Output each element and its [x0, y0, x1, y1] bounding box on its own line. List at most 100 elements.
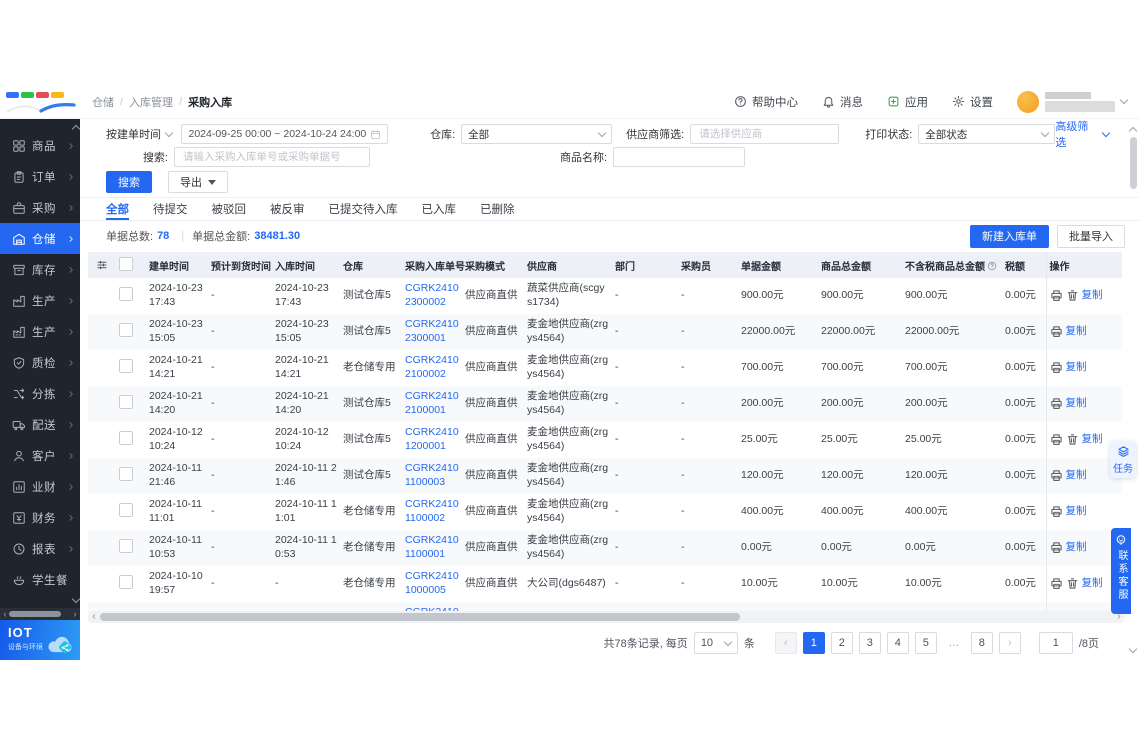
tab-3[interactable]: 被驳回 [212, 198, 247, 220]
apps-button[interactable]: 应用 [887, 94, 928, 110]
page-button-5[interactable]: 5 [914, 632, 937, 654]
copy-link[interactable]: 复制 [1066, 541, 1087, 555]
order-number-link[interactable]: CGRK24101100002 [405, 498, 459, 524]
tab-7[interactable]: 已删除 [480, 198, 515, 220]
column-settings-icon[interactable] [96, 259, 108, 271]
copy-link[interactable]: 复制 [1066, 397, 1087, 411]
product-name-field[interactable] [613, 147, 746, 167]
time-type-select[interactable]: 按建单时间 [106, 126, 177, 142]
order-number-link[interactable]: CGRK24101100001 [405, 534, 459, 560]
page-button-2[interactable]: 2 [830, 632, 853, 654]
sidebar-item-meal[interactable]: 学生餐 [0, 564, 80, 595]
sidebar-item-warehouse[interactable]: 仓储 [0, 223, 80, 254]
date-range-input[interactable]: 2024-09-25 00:00 ~ 2024-10-24 24:00 [181, 124, 389, 144]
order-search-field[interactable] [174, 147, 370, 167]
order-number-link[interactable]: CGRK24102100001 [405, 390, 459, 416]
sidebar-item-purchase[interactable]: 采购 [0, 192, 80, 223]
tasks-floating-button[interactable]: 任务 [1110, 441, 1136, 478]
sidebar-item-production2[interactable]: 生产 [0, 316, 80, 347]
tab-2[interactable]: 待提交 [153, 198, 188, 220]
copy-link[interactable]: 复制 [1066, 361, 1087, 375]
row-checkbox[interactable] [119, 574, 133, 589]
tab-5[interactable]: 已提交待入库 [329, 198, 398, 220]
supplier-filter-input[interactable] [690, 124, 840, 144]
copy-link[interactable]: 复制 [1082, 577, 1103, 591]
row-checkbox[interactable] [119, 322, 133, 337]
order-number-link[interactable]: CGRK24101000005 [405, 570, 459, 596]
row-checkbox[interactable] [119, 358, 133, 373]
copy-link[interactable]: 复制 [1066, 469, 1087, 483]
breadcrumb-item[interactable]: 入库管理 [129, 94, 173, 110]
sidebar-item-goods[interactable]: 商品 [0, 130, 80, 161]
sidebar-item-inventory[interactable]: 库存 [0, 254, 80, 285]
sidebar-item-sorting[interactable]: 分拣 [0, 378, 80, 409]
sidebar-item-orders[interactable]: 订单 [0, 161, 80, 192]
scroll-left-icon[interactable]: ‹ [88, 611, 100, 623]
copy-link[interactable]: 复制 [1082, 433, 1103, 447]
copy-link[interactable]: 复制 [1066, 325, 1087, 339]
print-icon[interactable] [1050, 325, 1063, 338]
copy-link[interactable]: 复制 [1082, 289, 1103, 303]
page-button-1[interactable]: 1 [802, 632, 825, 654]
scrollbar-thumb[interactable] [100, 613, 740, 621]
print-icon[interactable] [1050, 541, 1063, 554]
sidebar-item-customer[interactable]: 客户 [0, 440, 80, 471]
print-icon[interactable] [1050, 577, 1063, 590]
create-inbound-order-button[interactable]: 新建入库单 [970, 224, 1049, 248]
sidebar-item-delivery[interactable]: 配送 [0, 409, 80, 440]
print-icon[interactable] [1050, 505, 1063, 518]
sidebar-item-production[interactable]: 生产 [0, 285, 80, 316]
order-number-link[interactable]: CGRK24101200001 [405, 426, 459, 452]
sidebar-horizontal-scrollbar[interactable]: ‹ › [0, 608, 80, 620]
sidebar-item-report[interactable]: 报表 [0, 533, 80, 564]
print-icon[interactable] [1050, 289, 1063, 302]
tab-1[interactable]: 全部 [106, 198, 129, 220]
row-checkbox[interactable] [119, 466, 133, 481]
search-input[interactable] [181, 150, 363, 164]
page-button-3[interactable]: 3 [858, 632, 881, 654]
prev-page-button[interactable]: ‹ [774, 632, 797, 654]
sidebar-item-qc[interactable]: 质检 [0, 347, 80, 378]
order-number-link[interactable]: CGRK24102100002 [405, 354, 459, 380]
sidebar-scroll-down-icon[interactable] [71, 594, 81, 604]
tab-6[interactable]: 已入库 [422, 198, 457, 220]
sidebar-item-bizfinance[interactable]: 业财 [0, 471, 80, 502]
sidebar-item-finance[interactable]: 财务 [0, 502, 80, 533]
scrollbar-thumb[interactable] [9, 611, 61, 617]
search-button[interactable]: 搜索 [106, 171, 152, 193]
warehouse-select[interactable]: 全部 [461, 124, 613, 144]
print-icon[interactable] [1050, 469, 1063, 482]
next-page-button[interactable]: › [998, 632, 1021, 654]
row-checkbox[interactable] [119, 286, 133, 301]
messages-button[interactable]: 消息 [822, 94, 863, 110]
row-checkbox[interactable] [119, 538, 133, 553]
select-all-checkbox[interactable] [119, 256, 133, 271]
order-number-link[interactable]: CGRK24102300001 [405, 318, 459, 344]
contact-support-floating-button[interactable]: 联系客服 [1111, 528, 1131, 614]
vertical-scrollbar-thumb[interactable] [1130, 137, 1137, 189]
print-icon[interactable] [1050, 433, 1063, 446]
scroll-right-icon[interactable]: › [70, 608, 80, 620]
delete-icon[interactable] [1066, 289, 1079, 302]
delete-icon[interactable] [1066, 433, 1079, 446]
page-button-4[interactable]: 4 [886, 632, 909, 654]
print-status-select[interactable]: 全部状态 [918, 124, 1056, 144]
row-checkbox[interactable] [119, 502, 133, 517]
horizontal-scrollbar[interactable]: ‹ › [88, 611, 1125, 623]
supplier-input[interactable] [697, 127, 833, 141]
page-jump-input[interactable]: 1 [1038, 632, 1073, 654]
row-checkbox[interactable] [119, 394, 133, 409]
page-button-8[interactable]: 8 [970, 632, 993, 654]
order-number-link[interactable]: CGRK24101100003 [405, 462, 459, 488]
row-checkbox[interactable] [119, 430, 133, 445]
per-page-select[interactable]: 10 [693, 632, 738, 654]
print-icon[interactable] [1050, 397, 1063, 410]
breadcrumb-item[interactable]: 仓储 [92, 94, 114, 110]
delete-icon[interactable] [1066, 577, 1079, 590]
copy-link[interactable]: 复制 [1066, 505, 1087, 519]
help-center-button[interactable]: 帮助中心 [734, 94, 798, 110]
product-name-input[interactable] [620, 150, 739, 164]
user-menu[interactable] [1017, 90, 1129, 113]
settings-button[interactable]: 设置 [952, 94, 993, 110]
tab-4[interactable]: 被反审 [270, 198, 305, 220]
